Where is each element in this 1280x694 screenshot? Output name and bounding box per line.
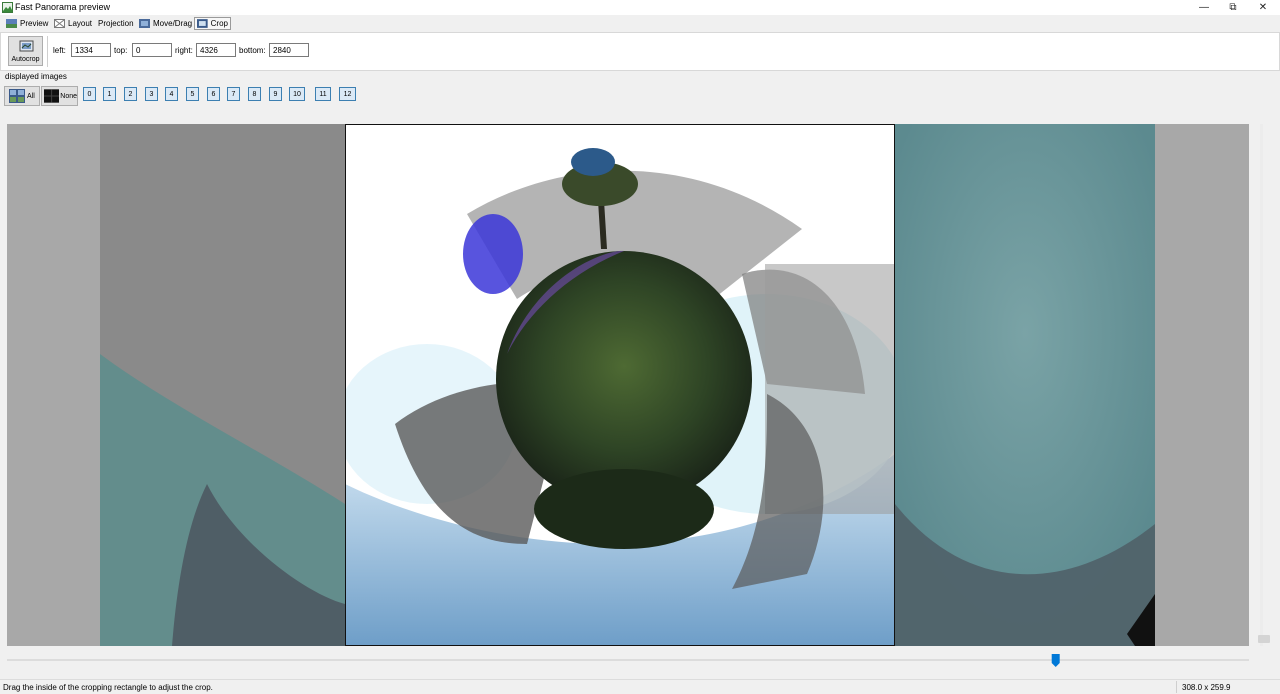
toolbar-separator	[47, 36, 48, 67]
show-all-label: All	[27, 92, 35, 100]
tab-preview[interactable]: Preview	[4, 17, 50, 30]
move-drag-icon	[139, 19, 150, 28]
image-toggle-4[interactable]: 4	[165, 87, 178, 101]
horizontal-scroll-thumb[interactable]	[1051, 654, 1060, 667]
tab-label: Crop	[210, 19, 228, 28]
close-icon: ✕	[1258, 2, 1268, 13]
layout-icon	[54, 19, 65, 28]
top-field[interactable]	[132, 43, 172, 57]
image-toggle-2[interactable]: 2	[124, 87, 137, 101]
autocrop-label: Autocrop	[11, 56, 40, 63]
autocrop-icon	[19, 40, 34, 52]
title-bar: Fast Panorama preview — ⧉ ✕	[0, 0, 1280, 15]
minimize-icon: —	[1199, 2, 1209, 13]
image-toggle-11[interactable]: 11	[315, 87, 331, 101]
vertical-scrollbar[interactable]	[1250, 124, 1272, 646]
top-label: top:	[114, 46, 128, 55]
right-label: right:	[175, 46, 193, 55]
image-toggle-7[interactable]: 7	[227, 87, 240, 101]
crop-toolbar: Autocrop left: top: right: bottom:	[0, 32, 1280, 71]
show-none-button[interactable]: None	[41, 86, 78, 106]
restore-icon: ⧉	[1229, 2, 1237, 13]
minimize-button[interactable]: —	[1188, 0, 1220, 15]
restore-button[interactable]: ⧉	[1217, 0, 1249, 15]
displayed-images-label: displayed images	[5, 72, 67, 81]
vertical-scroll-thumb[interactable]	[1258, 635, 1270, 643]
left-field[interactable]	[71, 43, 111, 57]
status-separator	[1176, 681, 1177, 693]
image-toggle-8[interactable]: 8	[248, 87, 261, 101]
autocrop-button[interactable]: Autocrop	[8, 36, 43, 66]
status-size: 308.0 x 259.9	[1182, 683, 1231, 692]
preview-icon	[6, 19, 17, 28]
image-toggle-0[interactable]: 0	[83, 87, 96, 101]
crop-icon	[197, 19, 208, 28]
image-toggle-3[interactable]: 3	[145, 87, 158, 101]
status-bar: Drag the inside of the cropping rectangl…	[0, 679, 1280, 694]
panorama-canvas[interactable]	[7, 124, 1249, 646]
tab-move-drag[interactable]: Move/Drag	[137, 17, 194, 30]
tab-layout[interactable]: Layout	[52, 17, 94, 30]
tab-label: Projection	[98, 19, 134, 28]
image-toggle-6[interactable]: 6	[207, 87, 220, 101]
show-none-label: None	[60, 92, 77, 100]
image-toggle-1[interactable]: 1	[103, 87, 116, 101]
tab-bar: Preview Layout Projection Move/Drag Crop	[0, 16, 1280, 31]
status-message: Drag the inside of the cropping rectangl…	[3, 683, 213, 692]
image-toggle-5[interactable]: 5	[186, 87, 199, 101]
all-images-icon	[9, 89, 25, 103]
tab-label: Layout	[68, 19, 93, 28]
bottom-field[interactable]	[269, 43, 309, 57]
bottom-label: bottom:	[239, 46, 266, 55]
app-icon	[2, 2, 13, 13]
panorama-preview[interactable]	[7, 124, 1249, 646]
image-toggle-10[interactable]: 10	[289, 87, 305, 101]
tab-label: Move/Drag	[153, 19, 193, 28]
tab-crop[interactable]: Crop	[194, 17, 231, 30]
no-images-icon	[44, 89, 60, 103]
tab-projection[interactable]: Projection	[96, 17, 136, 30]
image-toggle-9[interactable]: 9	[269, 87, 282, 101]
horizontal-scrollbar[interactable]	[7, 652, 1249, 668]
image-toggle-12[interactable]: 12	[339, 87, 356, 101]
window-title: Fast Panorama preview	[15, 2, 111, 12]
close-button[interactable]: ✕	[1247, 0, 1279, 15]
right-field[interactable]	[196, 43, 236, 57]
left-label: left:	[53, 46, 66, 55]
tab-label: Preview	[20, 19, 49, 28]
show-all-button[interactable]: All	[4, 86, 40, 106]
